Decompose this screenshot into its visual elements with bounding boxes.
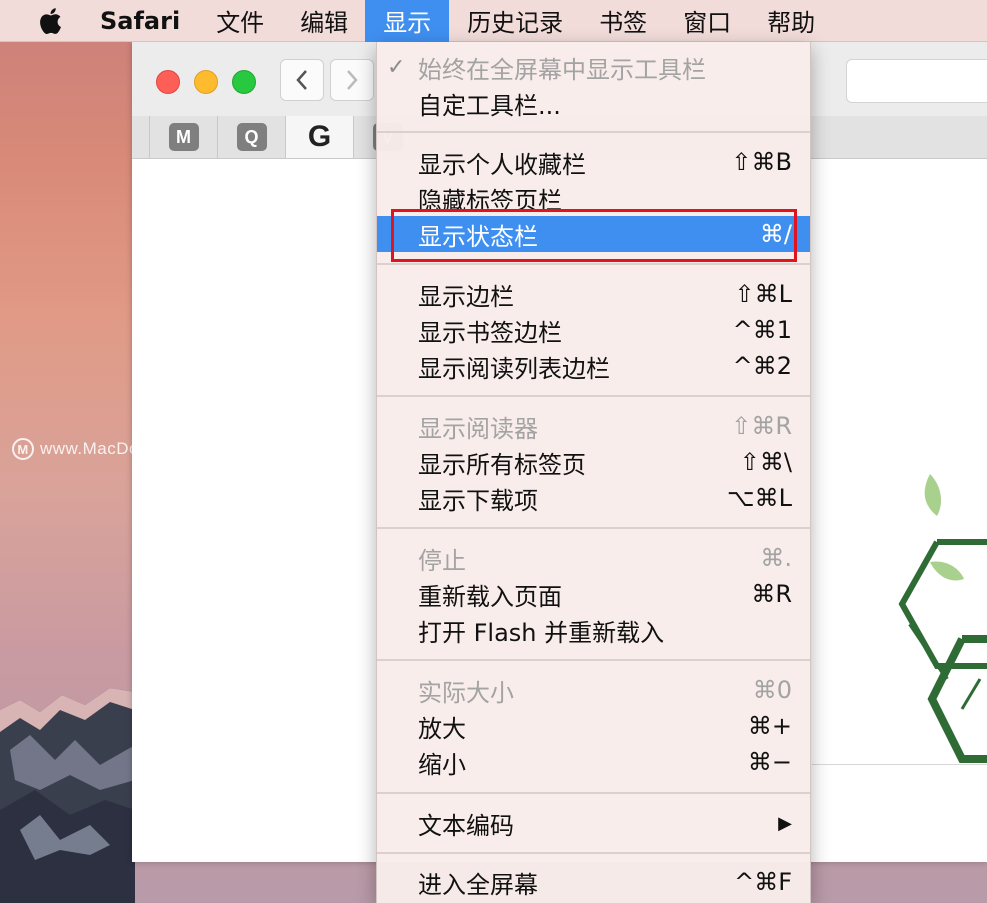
menu-item-show-reader[interactable]: 显示阅读器 ⇧⌘R bbox=[377, 408, 810, 444]
back-button[interactable] bbox=[280, 59, 324, 101]
favorites-bar-spacer bbox=[132, 116, 150, 158]
forward-button[interactable] bbox=[330, 59, 374, 101]
menu-separator bbox=[377, 527, 810, 529]
favorite-q-icon: Q bbox=[236, 123, 267, 151]
menu-item-reload-page[interactable]: 重新载入页面 ⌘R bbox=[377, 576, 810, 612]
address-bar[interactable] bbox=[846, 59, 987, 103]
window-fullscreen-button[interactable] bbox=[232, 70, 256, 94]
menu-item-zoom-in[interactable]: 放大 ⌘+ bbox=[377, 708, 810, 744]
content-divider bbox=[812, 764, 987, 765]
favorite-m-icon: M bbox=[168, 123, 199, 151]
menu-separator bbox=[377, 659, 810, 661]
menu-item-enable-flash-reload[interactable]: 打开 Flash 并重新载入 bbox=[377, 612, 810, 648]
menu-separator bbox=[377, 792, 810, 794]
menu-item-text-encoding[interactable]: 文本编码 ▶ bbox=[377, 805, 810, 841]
macdown-logo-icon: M bbox=[12, 438, 34, 460]
menu-item-customize-toolbar[interactable]: 自定工具栏... bbox=[377, 85, 810, 121]
menu-item-stop[interactable]: 停止 ⌘. bbox=[377, 540, 810, 576]
apple-menu[interactable] bbox=[26, 0, 74, 42]
window-minimize-button[interactable] bbox=[194, 70, 218, 94]
apple-logo-icon bbox=[40, 7, 61, 34]
chevron-left-icon bbox=[296, 70, 307, 90]
menu-item-enter-full-screen[interactable]: 进入全屏幕 ^⌘F bbox=[377, 864, 810, 900]
desktop-mountain-image bbox=[0, 688, 135, 903]
favorite-item-m[interactable]: M bbox=[150, 116, 218, 158]
view-menu-dropdown: ✓ 始终在全屏幕中显示工具栏 自定工具栏... 显示个人收藏栏 ⇧⌘B 隐藏标签… bbox=[376, 42, 811, 903]
menu-item-actual-size[interactable]: 实际大小 ⌘0 bbox=[377, 672, 810, 708]
favorite-item-q[interactable]: Q bbox=[218, 116, 286, 158]
window-close-button[interactable] bbox=[156, 70, 180, 94]
menu-separator bbox=[377, 852, 810, 854]
menu-item-show-downloads[interactable]: 显示下载项 ⌥⌘L bbox=[377, 480, 810, 516]
checkmark-icon: ✓ bbox=[387, 54, 406, 80]
menu-item-show-sidebar[interactable]: 显示边栏 ⇧⌘L bbox=[377, 276, 810, 312]
submenu-arrow-icon: ▶ bbox=[778, 812, 792, 834]
menu-file[interactable]: 文件 bbox=[198, 0, 282, 42]
menu-help[interactable]: 帮助 bbox=[749, 0, 833, 42]
menu-item-show-status-bar[interactable]: 显示状态栏 ⌘/ bbox=[377, 216, 810, 252]
menu-edit[interactable]: 编辑 bbox=[282, 0, 366, 42]
menu-history[interactable]: 历史记录 bbox=[449, 0, 581, 42]
menu-bar: Safari 文件 编辑 显示 历史记录 书签 窗口 帮助 bbox=[0, 0, 987, 42]
menu-bookmarks[interactable]: 书签 bbox=[581, 0, 665, 42]
menu-item-show-bookmarks-sidebar[interactable]: 显示书签边栏 ^⌘1 bbox=[377, 312, 810, 348]
menu-item-zoom-out[interactable]: 缩小 ⌘− bbox=[377, 744, 810, 780]
menu-item-show-favorites-bar[interactable]: 显示个人收藏栏 ⇧⌘B bbox=[377, 144, 810, 180]
menu-item-show-reading-list-sidebar[interactable]: 显示阅读列表边栏 ^⌘2 bbox=[377, 348, 810, 384]
hexagon-leaf-graphic bbox=[898, 474, 987, 763]
menu-view[interactable]: 显示 bbox=[365, 0, 450, 42]
menu-item-always-show-toolbar[interactable]: ✓ 始终在全屏幕中显示工具栏 bbox=[377, 49, 810, 85]
menu-item-show-all-tabs[interactable]: 显示所有标签页 ⇧⌘\ bbox=[377, 444, 810, 480]
menu-window[interactable]: 窗口 bbox=[665, 0, 749, 42]
menu-separator bbox=[377, 263, 810, 265]
chevron-right-icon bbox=[347, 70, 358, 90]
menu-item-hide-tab-bar[interactable]: 隐藏标签页栏 bbox=[377, 180, 810, 216]
google-icon: G bbox=[307, 120, 332, 153]
menu-safari[interactable]: Safari bbox=[74, 0, 198, 42]
menu-separator bbox=[377, 395, 810, 397]
favorite-item-google[interactable]: G bbox=[286, 116, 354, 158]
menu-separator bbox=[377, 131, 810, 133]
